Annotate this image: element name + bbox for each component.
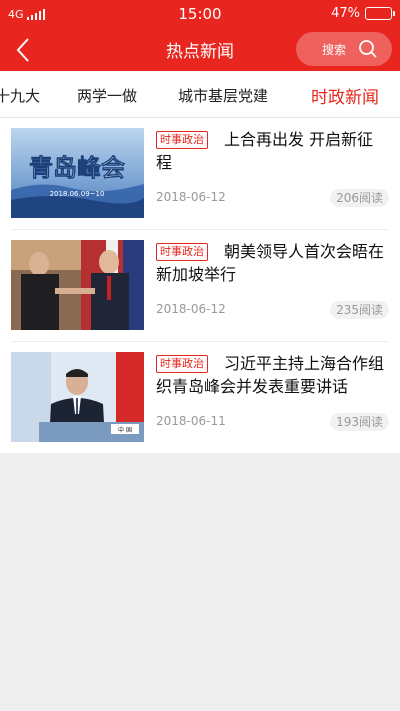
tab-city-party-building[interactable]: 城市基层党建 [178,85,268,106]
tab-shijiuda[interactable]: 十九大 [0,85,40,106]
search-icon [359,40,377,58]
news-date: 2018-06-11 [156,414,226,428]
divider [11,229,389,230]
news-thumbnail: 中 国 [11,352,144,442]
svg-text:2018.06.09~10: 2018.06.09~10 [50,190,105,198]
tab-liangxueyizuo[interactable]: 两学一做 [77,85,137,106]
battery-icon [365,7,395,20]
read-count: 206阅读 [330,189,389,207]
news-list: 青岛峰会 2018.06.09~10 时事政治 上合再出发 开启新征程 2018… [0,118,400,453]
category-tabs: 十九大 两学一做 城市基层党建 时政新闻 [0,71,400,118]
news-title: 习近平主持上海合作组织青岛峰会并发表重要讲话 [156,354,385,396]
news-title: 朝美领导人首次会晤在新加坡举行 [156,242,385,284]
news-thumbnail [11,240,144,330]
tab-political-news[interactable]: 时政新闻 [311,83,379,108]
read-count: 235阅读 [330,301,389,319]
svg-text:中 国: 中 国 [118,426,132,434]
news-date: 2018-06-12 [156,190,226,204]
status-bar: 4G 15:00 47% [0,0,400,30]
nav-bar: 热点新闻 搜索 [0,30,400,71]
read-count: 193阅读 [330,413,389,431]
news-item[interactable]: 青岛峰会 2018.06.09~10 时事政治 上合再出发 开启新征程 2018… [11,128,389,218]
app-header: 4G 15:00 47% 热点新闻 搜索 [0,0,400,71]
news-date: 2018-06-12 [156,302,226,316]
search-button[interactable]: 搜索 [296,32,392,66]
news-thumbnail: 青岛峰会 2018.06.09~10 [11,128,144,218]
news-item[interactable]: 时事政治 朝美领导人首次会晤在新加坡举行 2018-06-12 235阅读 [11,240,389,330]
news-title: 上合再出发 开启新征程 [156,130,374,172]
svg-text:青岛峰会: 青岛峰会 [29,153,125,182]
news-item[interactable]: 中 国 时事政治 习近平主持上海合作组织青岛峰会并发表重要讲话 2018-06-… [11,352,389,442]
search-label: 搜索 [321,42,346,57]
divider [11,341,389,342]
battery-level: 47% [331,6,360,21]
battery-indicator: 47% [331,6,395,21]
